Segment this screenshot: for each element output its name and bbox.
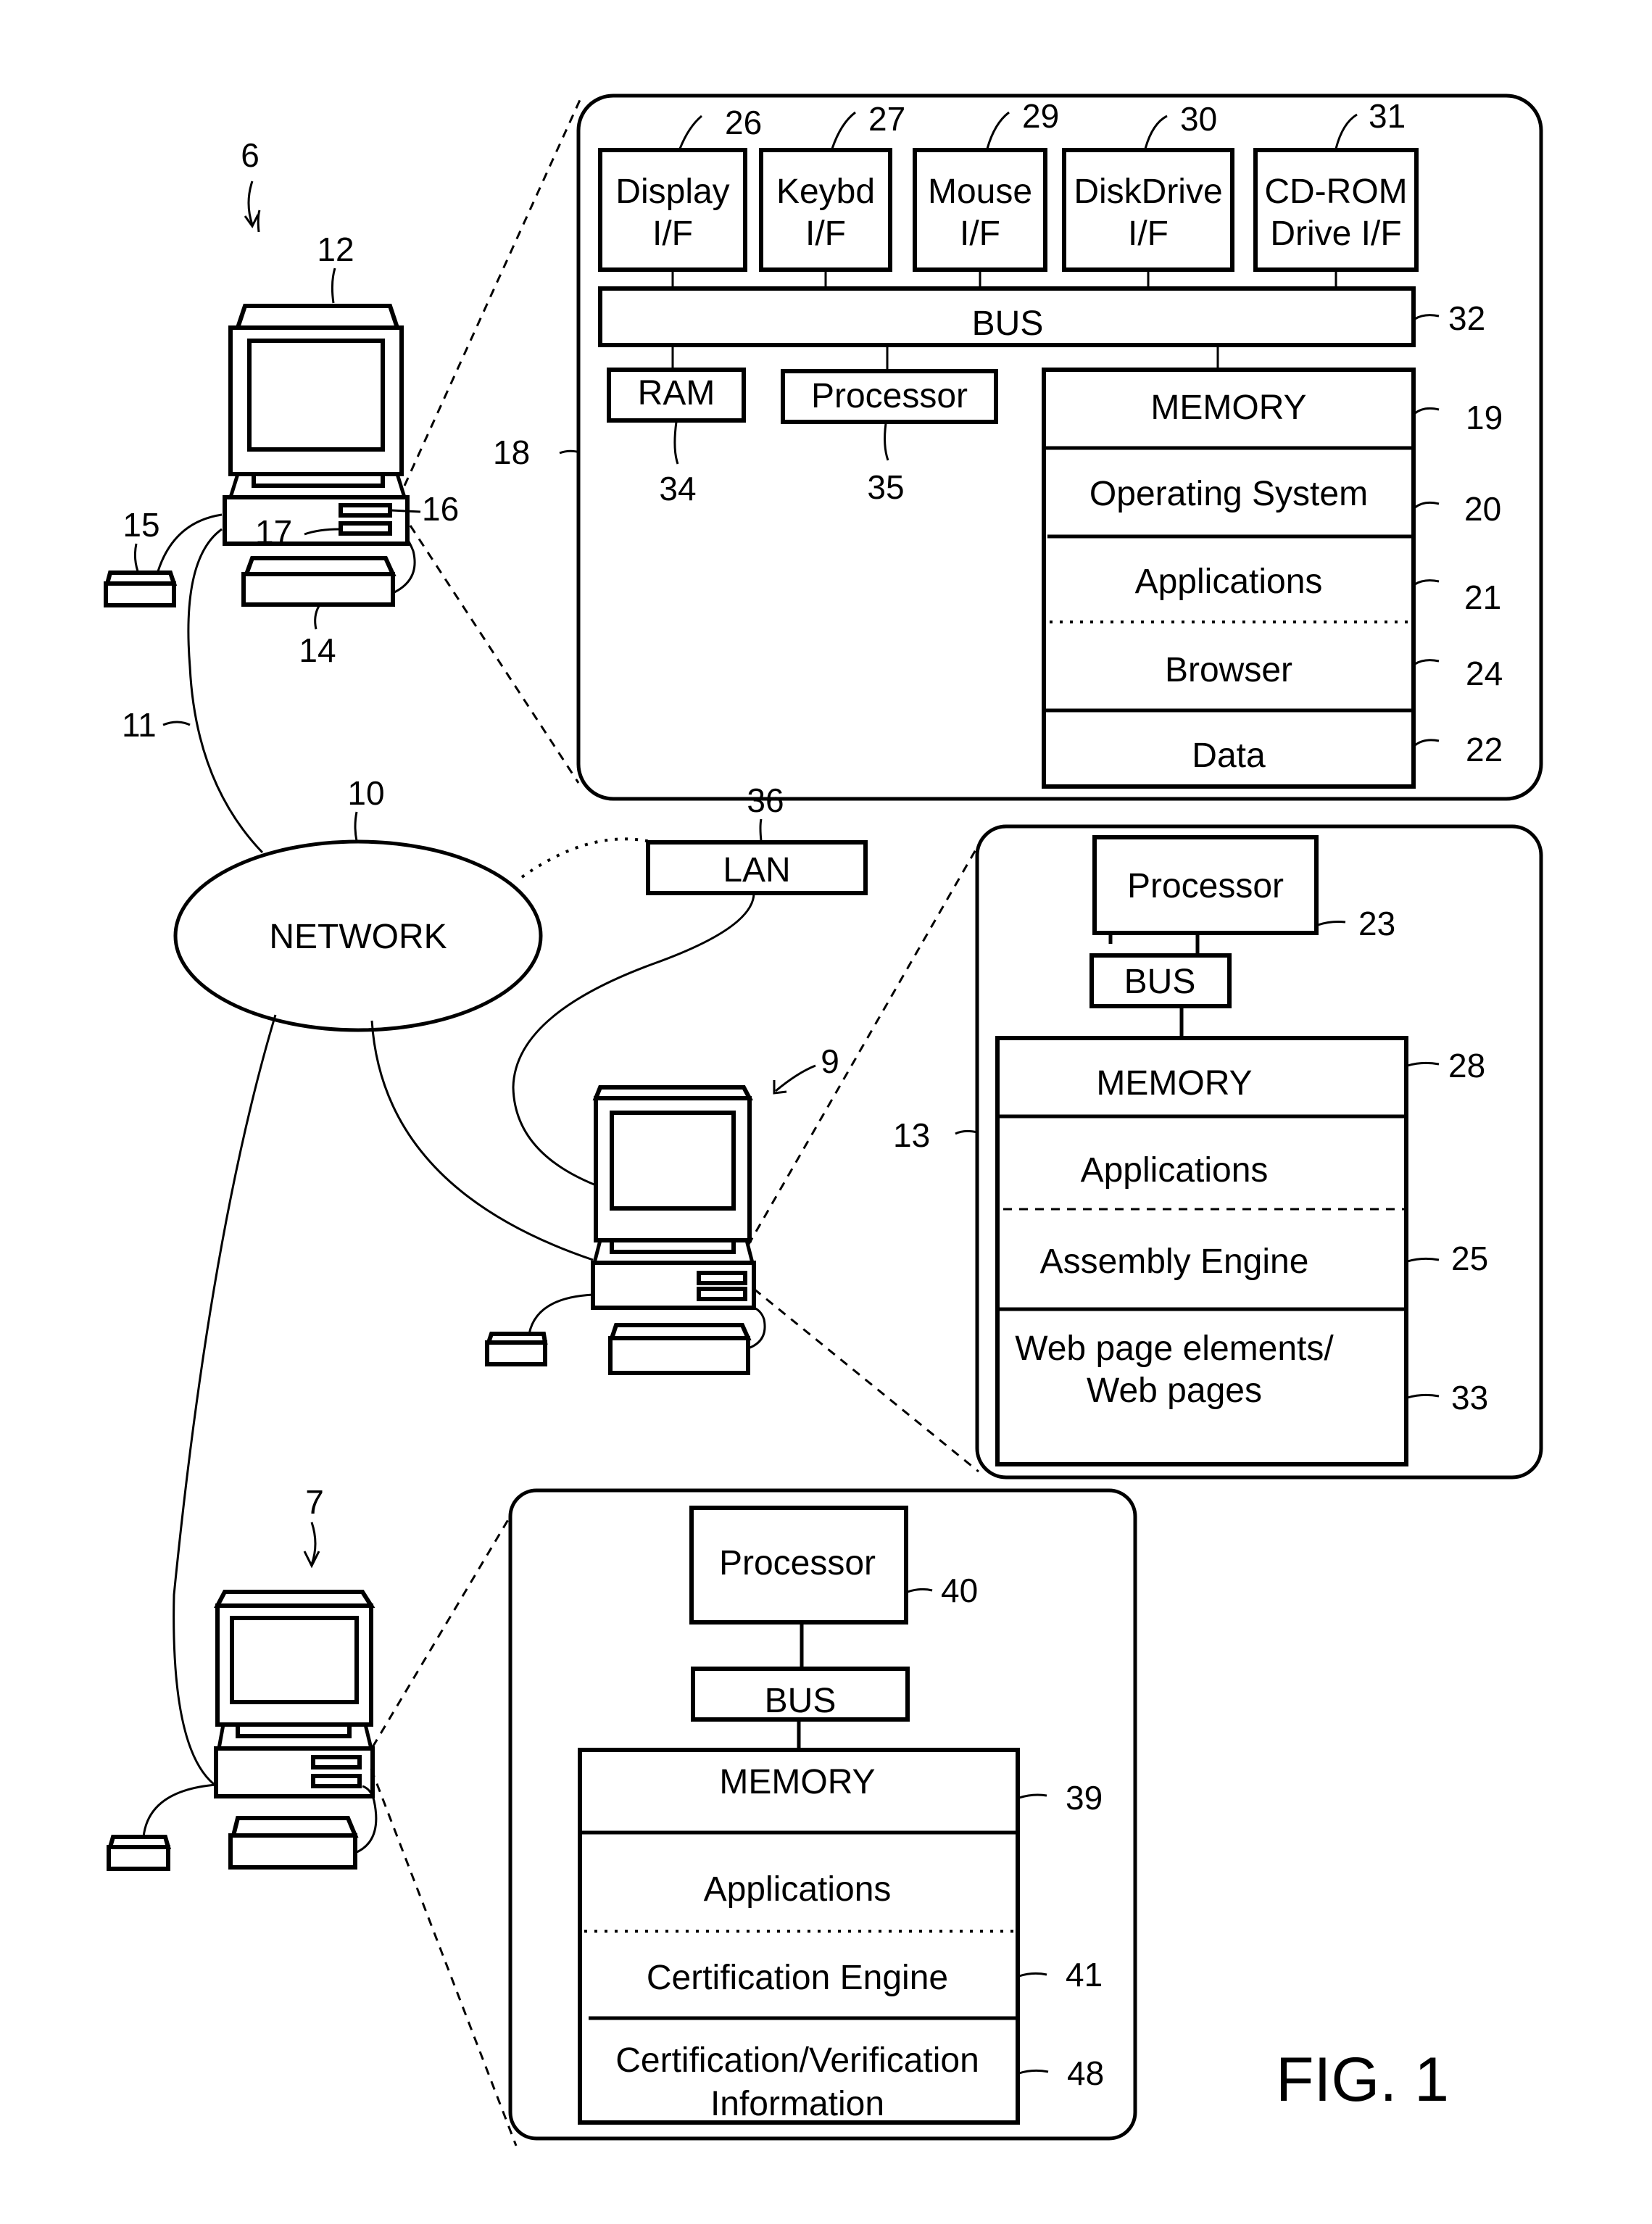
ref-26: 26: [725, 104, 762, 141]
ref-33: 33: [1451, 1379, 1488, 1416]
ref-16: 16: [422, 490, 459, 528]
ref-39: 39: [1066, 1779, 1103, 1817]
ref-15: 15: [123, 506, 159, 544]
ref-32: 32: [1448, 299, 1485, 337]
client-browser-label: Browser: [1165, 651, 1292, 689]
ref-18: 18: [493, 433, 530, 471]
server-bus-label: BUS: [1124, 963, 1196, 1001]
patent-diagram: Display I/F 26 Keybd I/F 27 Mouse I/F 29…: [104, 94, 1543, 2146]
lan-label: LAN: [723, 851, 790, 889]
ref-20: 20: [1464, 490, 1501, 528]
certifier-bus: BUS: [691, 1667, 910, 1722]
interface-display-label-1: Display: [615, 173, 729, 211]
ref-11: 11: [122, 706, 157, 744]
server-computer: 9: [485, 1042, 839, 1375]
ref-35: 35: [867, 468, 904, 506]
client-os-label: Operating System: [1089, 475, 1368, 513]
certifier-applications-label: Applications: [704, 1870, 892, 1909]
interface-cdrom-label-1: CD-ROM: [1264, 173, 1407, 211]
certifier-computer: 7: [107, 1483, 378, 1871]
ref-12: 12: [317, 231, 354, 268]
ref-22: 22: [1466, 731, 1503, 768]
ref-21: 21: [1464, 578, 1501, 616]
ref-30: 30: [1180, 100, 1217, 138]
interface-diskdrive-label-1: DiskDrive: [1074, 173, 1222, 211]
drive-17: [339, 521, 392, 536]
client-detail-panel: Display I/F 26 Keybd I/F 27 Mouse I/F 29…: [493, 94, 1543, 801]
ref-23-main: 23: [1358, 905, 1395, 942]
client-applications-label: Applications: [1135, 563, 1323, 601]
ref-29: 29: [1022, 97, 1059, 135]
ref-48: 48: [1067, 2054, 1104, 2092]
ref-34: 34: [659, 470, 696, 507]
interface-diskdrive-label-2: I/F: [1128, 215, 1169, 253]
certifier-info-label-2: Information: [710, 2085, 884, 2123]
ref-13: 13: [893, 1116, 930, 1154]
server-webpages-label-2: Web pages: [1087, 1372, 1262, 1410]
certifier-engine-label: Certification Engine: [647, 1959, 948, 1997]
ref-10: 10: [347, 774, 384, 812]
server-processor-label-main: Processor: [1127, 867, 1284, 905]
client-bus: BUS 32: [598, 286, 1485, 347]
ref-36: 36: [747, 781, 784, 819]
ref-9: 9: [821, 1042, 839, 1080]
client-bus-label: BUS: [972, 304, 1044, 343]
client-ram-label: RAM: [638, 374, 715, 412]
ref-7: 7: [305, 1483, 324, 1521]
server-memory-label: MEMORY: [1096, 1064, 1252, 1103]
ref-40: 40: [941, 1572, 978, 1609]
certifier-memory-label: MEMORY: [719, 1763, 875, 1801]
client-computer: 6 12 16 17 14 15 11: [104, 136, 459, 854]
interface-mouse-label-2: I/F: [960, 215, 1000, 253]
ref-41: 41: [1066, 1956, 1103, 1993]
ref-14: 14: [299, 631, 336, 669]
client-memory-label: MEMORY: [1150, 389, 1306, 427]
interface-mouse-label-1: Mouse: [928, 173, 1032, 211]
ref-27: 27: [868, 100, 905, 138]
certifier-detail-panel: Processor 40 BUS MEMORY Applications Cer…: [508, 1488, 1137, 2141]
figure-label: FIG. 1: [1276, 2045, 1449, 2115]
ref-24: 24: [1466, 655, 1503, 692]
certifier-info-label-1: Certification/Verification: [615, 2041, 979, 2080]
drive-16: [339, 503, 392, 518]
ref-17: 17: [255, 513, 292, 551]
client-data-label: Data: [1192, 737, 1266, 775]
ref-31: 31: [1369, 97, 1406, 135]
certifier-bus-label: BUS: [765, 1682, 837, 1720]
certifier-processor-label: Processor: [719, 1544, 876, 1582]
interface-keyboard-label-1: Keybd: [776, 173, 875, 211]
interface-cdrom-label-2: Drive I/F: [1270, 215, 1401, 253]
ref-28: 28: [1448, 1047, 1485, 1084]
client-processor-label: Processor: [811, 377, 968, 415]
ref-25: 25: [1451, 1240, 1488, 1277]
network-cloud: NETWORK 10: [173, 774, 712, 1032]
server-assembly-engine-label: Assembly Engine: [1040, 1242, 1309, 1281]
server-applications-label: Applications: [1081, 1151, 1269, 1190]
network-label: NETWORK: [269, 918, 447, 956]
ref-6: 6: [241, 136, 260, 174]
server-webpages-label-1: Web page elements/: [1015, 1329, 1334, 1368]
interface-display-label-2: I/F: [652, 215, 693, 253]
interface-keyboard-label-2: I/F: [805, 215, 846, 253]
ref-19: 19: [1466, 399, 1503, 436]
